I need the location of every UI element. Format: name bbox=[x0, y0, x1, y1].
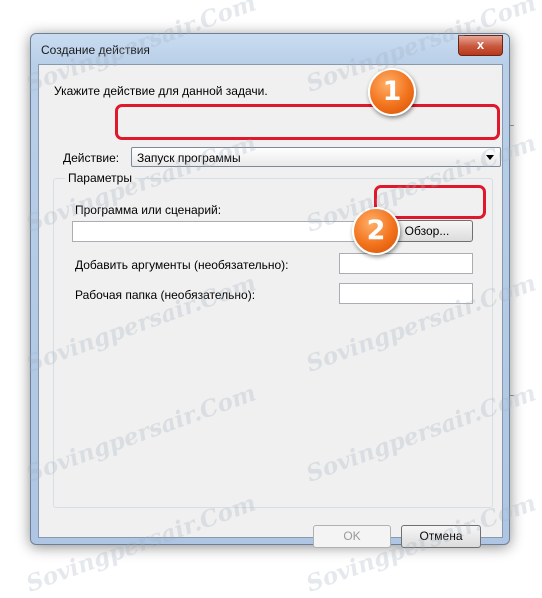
title-bar[interactable]: Создание действия x bbox=[31, 34, 509, 64]
dropdown-arrow-icon bbox=[486, 155, 494, 160]
close-icon: x bbox=[476, 37, 485, 52]
close-button[interactable]: x bbox=[458, 35, 503, 56]
ok-button[interactable]: OK bbox=[313, 525, 391, 548]
cancel-button[interactable]: Отмена bbox=[401, 525, 481, 548]
instruction-text: Укажите действие для данной задачи. bbox=[54, 84, 268, 98]
program-input[interactable] bbox=[72, 221, 372, 242]
program-label: Программа или сценарий: bbox=[75, 203, 222, 217]
arguments-label: Добавить аргументы (необязательно): bbox=[75, 258, 289, 272]
parameters-group-label: Параметры bbox=[65, 171, 135, 185]
callout-badge-2: 2 bbox=[352, 207, 400, 255]
working-folder-label: Рабочая папка (необязательно): bbox=[75, 288, 256, 302]
callout-badge-1: 1 bbox=[368, 68, 416, 116]
dialog-title: Создание действия bbox=[41, 43, 150, 57]
action-label: Действие: bbox=[63, 151, 120, 165]
arguments-input[interactable] bbox=[339, 253, 473, 274]
working-folder-input[interactable] bbox=[339, 283, 473, 304]
action-select[interactable]: Запуск программы bbox=[131, 147, 501, 167]
highlight-action-select bbox=[115, 104, 500, 140]
action-select-value: Запуск программы bbox=[137, 151, 241, 165]
